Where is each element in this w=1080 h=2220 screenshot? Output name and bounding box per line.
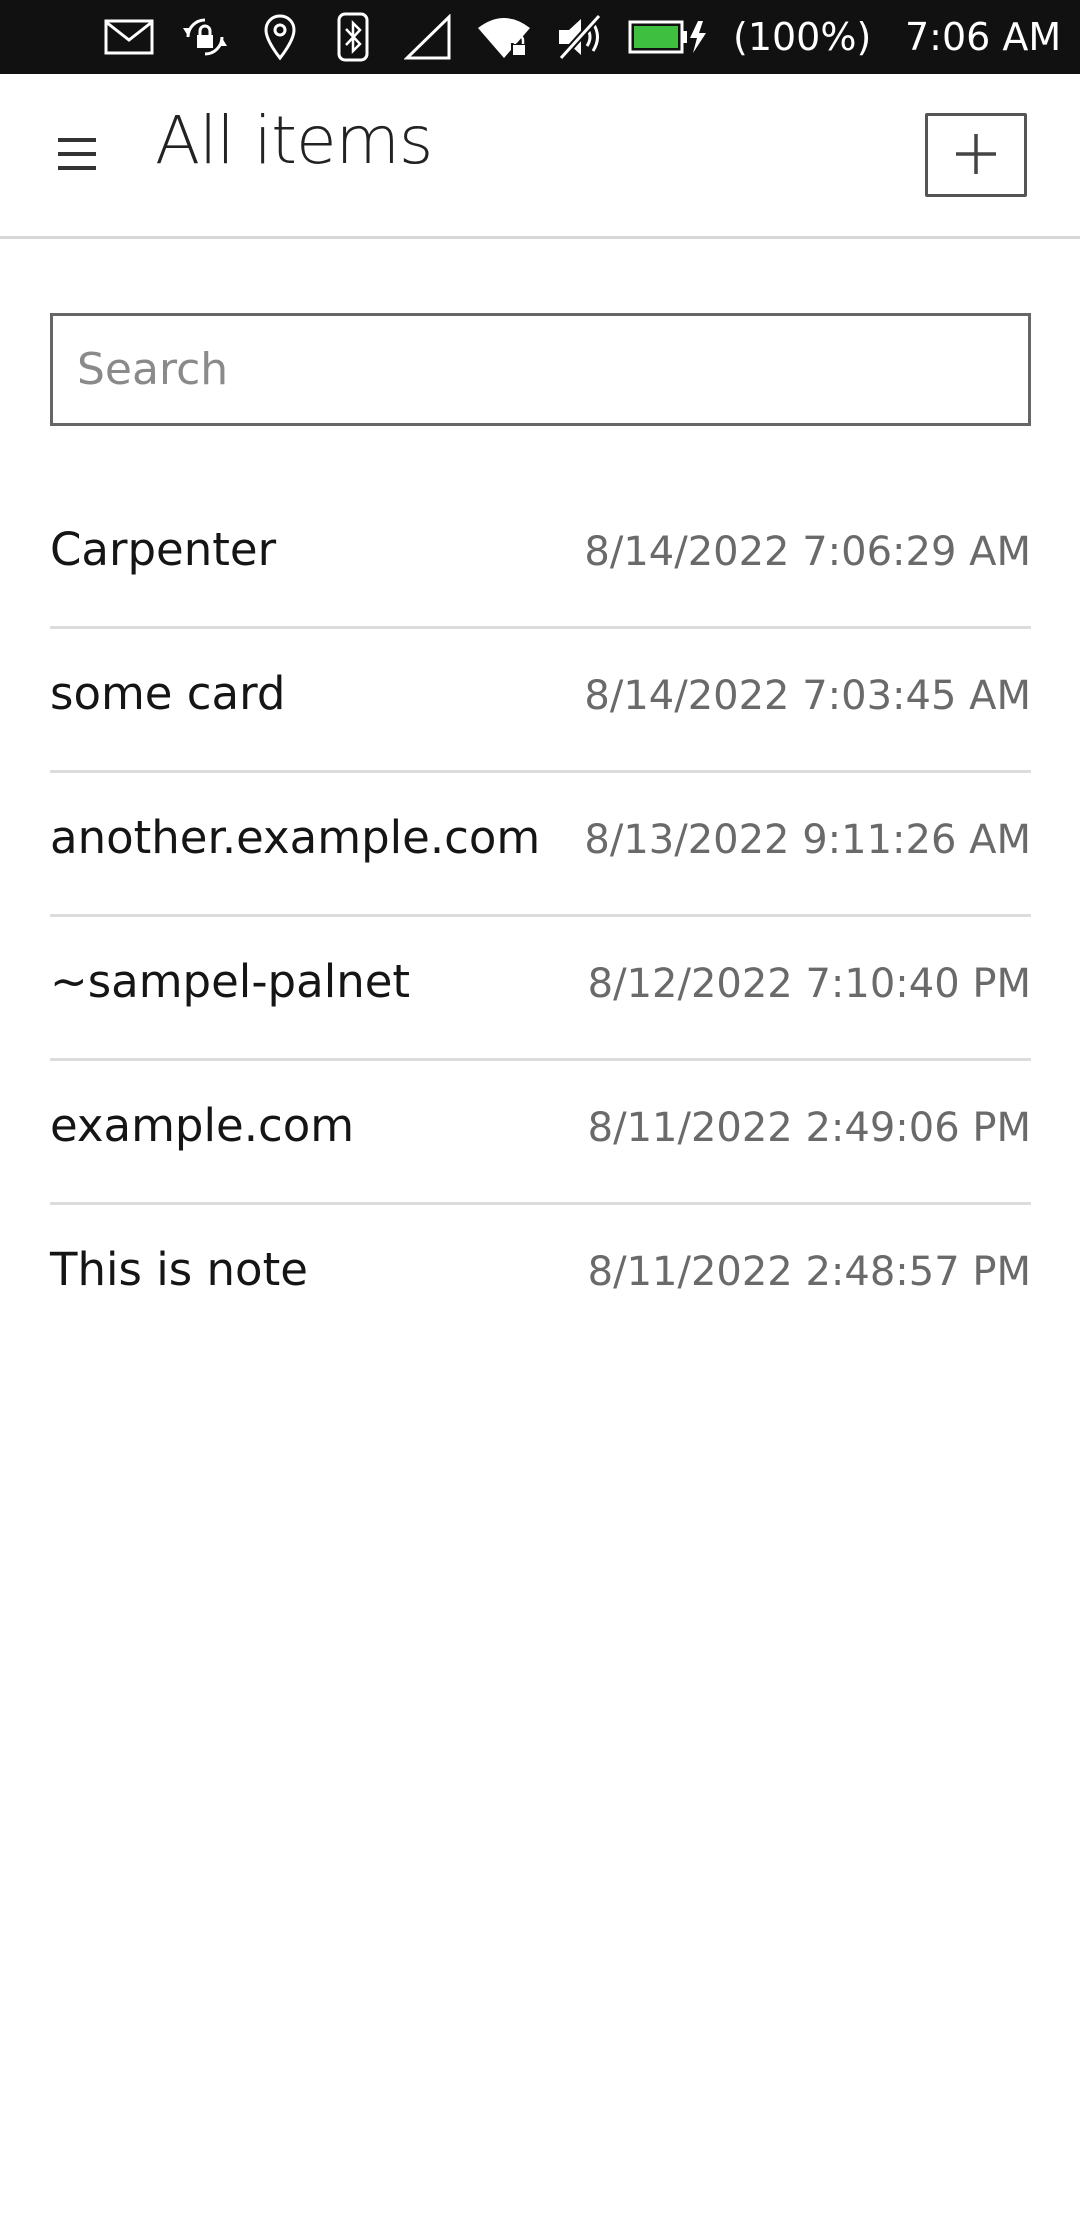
- battery-percentage: (100%): [733, 15, 872, 59]
- battery-charging-icon: [628, 12, 708, 62]
- app-header: All items: [0, 74, 1080, 239]
- search-box: [50, 313, 1031, 426]
- item-date: 8/14/2022 7:03:45 AM: [584, 673, 1031, 719]
- list-item[interactable]: ~sampel-palnet 8/12/2022 7:10:40 PM: [50, 917, 1031, 1061]
- hamburger-icon: [58, 138, 96, 142]
- list-item[interactable]: example.com 8/11/2022 2:49:06 PM: [50, 1061, 1031, 1205]
- muted-icon: [555, 12, 605, 62]
- list-item[interactable]: This is note 8/11/2022 2:48:57 PM: [50, 1205, 1031, 1349]
- item-date: 8/11/2022 2:48:57 PM: [587, 1249, 1031, 1295]
- item-title: This is note: [50, 1243, 308, 1296]
- item-title: some card: [50, 667, 286, 720]
- item-date: 8/12/2022 7:10:40 PM: [587, 961, 1031, 1007]
- list-item[interactable]: Carpenter 8/14/2022 7:06:29 AM: [50, 485, 1031, 629]
- page-title: All items: [155, 102, 433, 179]
- clock-time: 7:06 AM: [905, 15, 1062, 59]
- item-date: 8/14/2022 7:06:29 AM: [584, 529, 1031, 575]
- item-title: Carpenter: [50, 523, 277, 576]
- rotation-lock-icon: [178, 12, 232, 62]
- list-item[interactable]: another.example.com 8/13/2022 9:11:26 AM: [50, 773, 1031, 917]
- menu-button[interactable]: [50, 126, 106, 182]
- mail-icon: [102, 12, 156, 62]
- signal-icon: [403, 12, 453, 62]
- item-title: example.com: [50, 1099, 355, 1152]
- list-item[interactable]: some card 8/14/2022 7:03:45 AM: [50, 629, 1031, 773]
- item-title: ~sampel-palnet: [50, 955, 411, 1008]
- wifi-icon: [476, 12, 532, 62]
- item-title: another.example.com: [50, 811, 541, 864]
- items-list: Carpenter 8/14/2022 7:06:29 AM some card…: [50, 485, 1031, 1349]
- status-bar: (100%) 7:06 AM: [0, 0, 1080, 74]
- add-item-button[interactable]: [925, 113, 1027, 197]
- location-icon: [258, 12, 302, 62]
- bluetooth-icon: [333, 12, 373, 62]
- item-date: 8/11/2022 2:49:06 PM: [587, 1105, 1031, 1151]
- item-date: 8/13/2022 9:11:26 AM: [584, 817, 1031, 863]
- plus-icon: [956, 134, 996, 174]
- search-input[interactable]: [53, 316, 1028, 423]
